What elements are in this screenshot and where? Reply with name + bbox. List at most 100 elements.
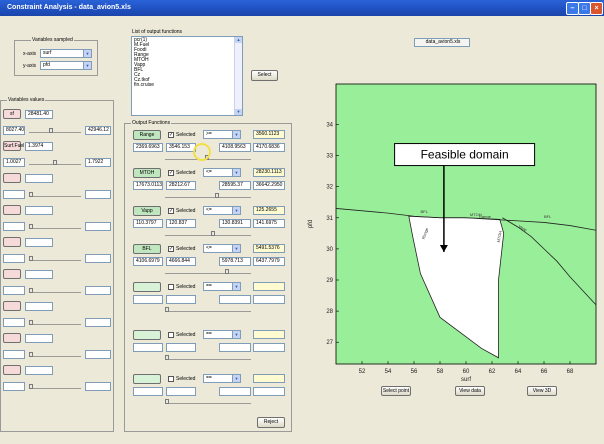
variable-value-field[interactable] xyxy=(25,238,53,247)
threshold-field[interactable]: 125.2655 xyxy=(253,206,285,215)
variable-slider[interactable] xyxy=(29,352,81,357)
close-button[interactable]: × xyxy=(590,2,603,15)
max-field[interactable]: 141.6975 xyxy=(253,219,285,228)
variable-name-button[interactable] xyxy=(3,173,21,183)
slider-knob[interactable] xyxy=(215,193,219,198)
range-max-field[interactable]: 4108.9563 xyxy=(219,143,251,152)
output-name-button[interactable] xyxy=(133,282,161,292)
current-value-field[interactable] xyxy=(166,295,196,304)
range-min-field[interactable]: 110.3797 xyxy=(133,219,163,228)
range-min-field[interactable] xyxy=(133,343,163,352)
y-axis-select[interactable]: pfd ▼ xyxy=(40,61,92,70)
variable-min-field[interactable] xyxy=(3,190,25,199)
scroll-down-icon[interactable]: ▼ xyxy=(235,109,242,115)
variable-min-field[interactable]: 1.0027 xyxy=(3,158,25,167)
variable-slider[interactable] xyxy=(29,128,81,133)
selected-checkbox[interactable]: ✓ xyxy=(168,132,174,138)
threshold-field[interactable]: 28230.1113 xyxy=(253,168,285,177)
variable-slider[interactable] xyxy=(29,288,81,293)
variable-max-field[interactable] xyxy=(85,190,111,199)
operator-select[interactable]: >= ▼ xyxy=(203,130,241,139)
list-item[interactable]: fin.cruise xyxy=(134,83,240,88)
variable-name-button[interactable] xyxy=(3,237,21,247)
variable-slider[interactable] xyxy=(29,384,81,389)
output-name-button[interactable]: MTOH xyxy=(133,168,161,178)
max-field[interactable]: 6437.7979 xyxy=(253,257,285,266)
slider-knob[interactable] xyxy=(165,355,169,360)
variable-max-field[interactable]: 1.7922 xyxy=(85,158,111,167)
output-name-button[interactable] xyxy=(133,374,161,384)
reject-button[interactable]: Reject xyxy=(257,417,285,428)
variable-value-field[interactable] xyxy=(25,334,53,343)
variable-max-field[interactable] xyxy=(85,286,111,295)
variable-max-field[interactable]: 42946.12 xyxy=(85,126,111,135)
slider-knob[interactable] xyxy=(225,269,229,274)
range-min-field[interactable] xyxy=(133,387,163,396)
variable-slider[interactable] xyxy=(29,256,81,261)
threshold-field[interactable] xyxy=(253,374,285,383)
variable-min-field[interactable]: 8027.40 xyxy=(3,126,25,135)
variable-value-field[interactable] xyxy=(25,206,53,215)
slider-knob[interactable] xyxy=(211,231,215,236)
operator-select[interactable]: <= ▼ xyxy=(203,206,241,215)
range-max-field[interactable]: 130.8391 xyxy=(219,219,251,228)
threshold-field[interactable]: 5491.5376 xyxy=(253,244,285,253)
constraint-plot[interactable]: 52 54 56 58 60 62 64 66 68 27 28 29 30 31 32 33 34 surf pf… xyxy=(306,80,602,390)
selected-checkbox[interactable]: ✓ xyxy=(168,246,174,252)
variable-max-field[interactable] xyxy=(85,222,111,231)
current-value-field[interactable]: 3546.153 xyxy=(166,143,196,152)
threshold-field[interactable]: 3560.1123 xyxy=(253,130,285,139)
slider-knob[interactable] xyxy=(29,288,33,293)
variable-slider[interactable] xyxy=(29,224,81,229)
output-name-button[interactable]: Vapp xyxy=(133,206,161,216)
output-functions-list[interactable]: pcr(1) M.Fuel Foodi Range MTOH Vapp BFL … xyxy=(131,36,243,116)
variable-name-button[interactable] xyxy=(3,365,21,375)
variable-name-button[interactable] xyxy=(3,269,21,279)
slider-knob[interactable] xyxy=(29,352,33,357)
variable-max-field[interactable] xyxy=(85,350,111,359)
output-slider[interactable] xyxy=(165,231,251,236)
variable-value-field[interactable]: 1.3974 xyxy=(25,142,53,151)
variable-min-field[interactable] xyxy=(3,382,25,391)
operator-select[interactable]: <= ▼ xyxy=(203,244,241,253)
scroll-up-icon[interactable]: ▲ xyxy=(235,37,242,43)
variable-value-field[interactable]: 28481.40 xyxy=(25,110,53,119)
select-point-button[interactable]: Select point xyxy=(381,386,411,396)
range-min-field[interactable]: 2369.6963 xyxy=(133,143,163,152)
current-value-field[interactable]: 4666.844 xyxy=(166,257,196,266)
slider-knob[interactable] xyxy=(165,399,169,404)
selected-checkbox[interactable] xyxy=(168,376,174,382)
variable-name-button[interactable]: Surf.Fuel xyxy=(3,141,24,151)
variable-name-button[interactable]: sf xyxy=(3,109,21,119)
view-3d-button[interactable]: View 3D xyxy=(527,386,557,396)
max-field[interactable] xyxy=(253,343,285,352)
slider-knob[interactable] xyxy=(29,320,33,325)
max-field[interactable]: 36642.2950 xyxy=(253,181,285,190)
output-name-button[interactable]: BFL xyxy=(133,244,161,254)
max-field[interactable] xyxy=(253,295,285,304)
current-value-field[interactable] xyxy=(166,343,196,352)
range-max-field[interactable] xyxy=(219,295,251,304)
x-axis-select[interactable]: surf ▼ xyxy=(40,49,92,58)
selected-checkbox[interactable] xyxy=(168,332,174,338)
variable-max-field[interactable] xyxy=(85,382,111,391)
variable-min-field[interactable] xyxy=(3,350,25,359)
variable-value-field[interactable] xyxy=(25,302,53,311)
variable-value-field[interactable] xyxy=(25,174,53,183)
range-min-field[interactable]: 4106.6979 xyxy=(133,257,163,266)
variable-max-field[interactable] xyxy=(85,318,111,327)
variable-name-button[interactable] xyxy=(3,333,21,343)
slider-knob[interactable] xyxy=(165,307,169,312)
variable-min-field[interactable] xyxy=(3,318,25,327)
current-value-field[interactable]: 120.837 xyxy=(166,219,196,228)
variable-slider[interactable] xyxy=(29,160,81,165)
variable-name-button[interactable] xyxy=(3,205,21,215)
current-value-field[interactable] xyxy=(166,387,196,396)
operator-select[interactable]: == ▼ xyxy=(203,374,241,383)
view-data-button[interactable]: View data xyxy=(455,386,485,396)
max-field[interactable] xyxy=(253,387,285,396)
slider-knob[interactable] xyxy=(49,128,53,133)
list-scrollbar[interactable]: ▲ ▼ xyxy=(234,37,242,115)
variable-min-field[interactable] xyxy=(3,286,25,295)
slider-knob[interactable] xyxy=(29,224,33,229)
